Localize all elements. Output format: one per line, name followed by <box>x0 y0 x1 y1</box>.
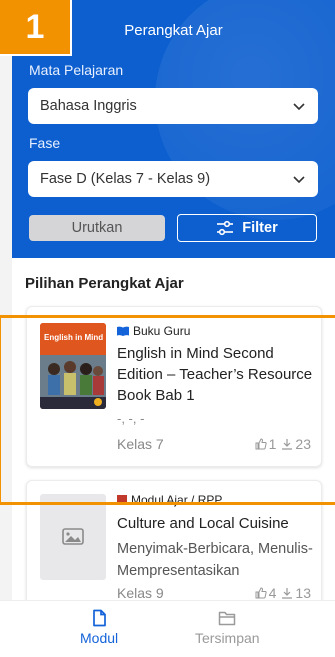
like-count: 4 <box>268 585 277 601</box>
nav-modul-label: Modul <box>80 630 119 646</box>
phase-select-value: Fase D (Kelas 7 - Kelas 9) <box>40 171 211 187</box>
highlight-box <box>0 315 335 505</box>
section-title: Pilihan Perangkat Ajar <box>25 275 184 292</box>
nav-tersimpan-label: Tersimpan <box>195 630 260 646</box>
card-kelas: Kelas 9 <box>117 585 164 601</box>
chevron-down-icon <box>293 103 305 111</box>
subject-select[interactable]: Bahasa Inggris <box>28 88 318 124</box>
document-icon <box>93 609 106 627</box>
placeholder-image-thumbnail <box>40 494 106 580</box>
filter-button[interactable]: Filter <box>177 214 317 242</box>
card-stats: 4 13 <box>255 585 311 601</box>
nav-modul[interactable]: Modul <box>80 609 118 646</box>
download-count: 13 <box>295 585 311 601</box>
image-placeholder-icon <box>62 528 84 545</box>
phase-label: Fase <box>29 135 61 151</box>
nav-tersimpan[interactable]: Tersimpan <box>195 609 260 646</box>
card-subtitle: Menyimak-Berbicara, Menulis-Mempresentas… <box>117 541 313 579</box>
filter-button-label: Filter <box>242 220 278 236</box>
phase-select[interactable]: Fase D (Kelas 7 - Kelas 9) <box>28 161 318 197</box>
filter-sliders-icon <box>217 220 234 236</box>
subject-label: Mata Pelajaran <box>29 62 124 78</box>
card-title: Culture and Local Cuisine <box>117 515 289 532</box>
download-icon <box>282 588 293 599</box>
folder-icon <box>219 611 236 626</box>
subject-select-value: Bahasa Inggris <box>40 98 137 114</box>
step-badge: 1 <box>0 0 70 54</box>
bottom-navigation: Modul Tersimpan <box>0 600 335 657</box>
sort-button[interactable]: Urutkan <box>29 215 165 241</box>
chevron-down-icon <box>293 176 305 184</box>
thumbs-up-icon <box>255 587 267 599</box>
